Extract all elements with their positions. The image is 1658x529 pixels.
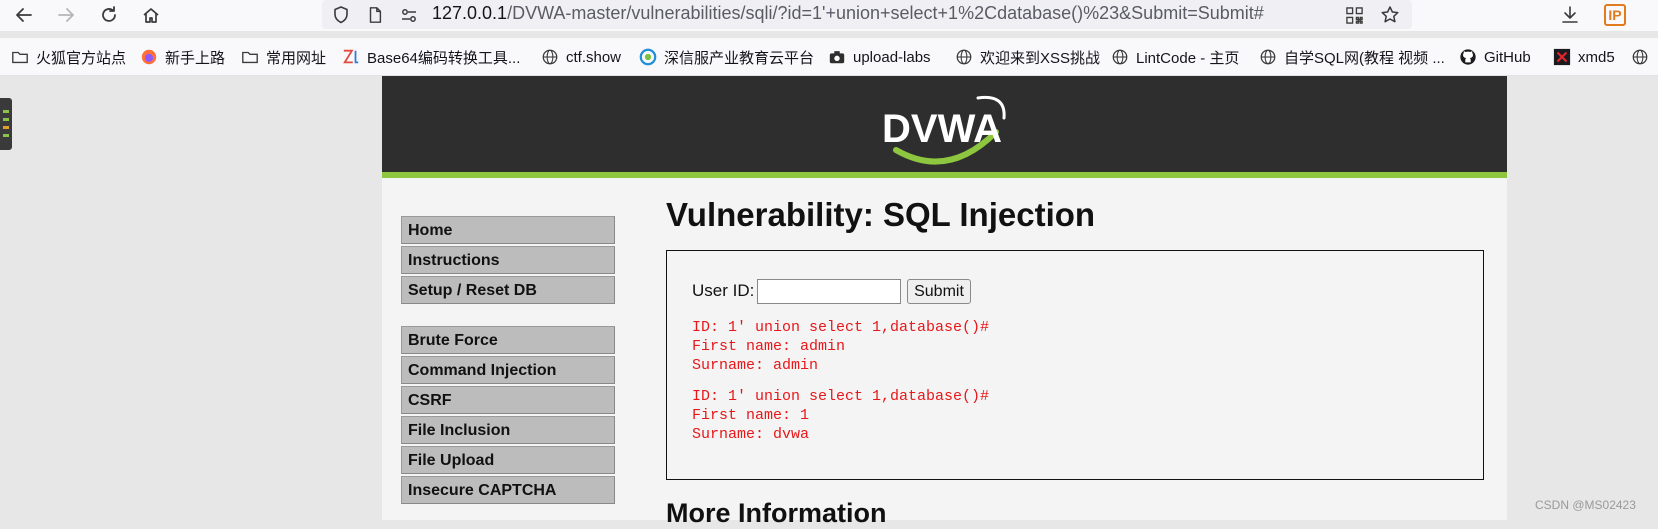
bookmark-label: 常用网址 xyxy=(266,49,327,67)
menu-item-insecure-captcha[interactable]: Insecure CAPTCHA xyxy=(401,476,615,504)
browser-toolbar: 127.0.0.1/DVWA-master/vulnerabilities/sq… xyxy=(0,0,1658,31)
dvwa-logo-text: DVWA xyxy=(882,107,1002,151)
back-icon[interactable] xyxy=(10,2,38,28)
bookmark-item[interactable]: 欢迎来到XSS挑战 xyxy=(954,46,1100,68)
dvwa-page: DVWA Home Instructions Setup / Reset DB … xyxy=(382,76,1507,528)
bookmarks-bar: 火狐官方站点 新手上路 常用网址 Base64编码转换工具... ctf.sho… xyxy=(0,38,1658,76)
permissions-icon[interactable] xyxy=(398,4,420,26)
bookmark-label: 自学SQL网(教程 视频 ... xyxy=(1284,49,1445,67)
more-information-heading: More Information xyxy=(666,498,887,528)
zl-icon xyxy=(341,47,361,67)
bookmark-label: ctf.show xyxy=(566,48,622,66)
github-icon xyxy=(1458,47,1478,67)
watermark: CSDN @MS02423 xyxy=(1535,498,1636,512)
xmd5-icon xyxy=(1552,47,1572,67)
menu-item-command-injection[interactable]: Command Injection xyxy=(401,356,615,384)
shield-icon[interactable] xyxy=(330,4,352,26)
qr-code-icon[interactable] xyxy=(1342,3,1366,27)
url-bar[interactable]: 127.0.0.1/DVWA-master/vulnerabilities/sq… xyxy=(322,0,1412,29)
globe-icon xyxy=(1630,47,1650,67)
bookmark-item[interactable] xyxy=(1630,46,1656,68)
ip-extension-icon[interactable]: IP xyxy=(1604,4,1626,26)
bookmark-item[interactable]: 自学SQL网(教程 视频 ... xyxy=(1258,46,1445,68)
result-surname: Surname: admin xyxy=(692,357,819,374)
vulnerability-box: User ID: Submit ID: 1' union select 1,da… xyxy=(666,250,1484,480)
globe-icon xyxy=(954,47,974,67)
globe-icon xyxy=(1258,47,1278,67)
bookmark-item[interactable]: ctf.show xyxy=(540,46,621,68)
bookmark-item[interactable]: xmd5 xyxy=(1552,46,1615,68)
result-id-line: ID: 1' union select 1,database()# xyxy=(692,319,990,336)
folder-icon xyxy=(10,47,30,67)
globe-icon xyxy=(1110,47,1130,67)
bookmark-item[interactable]: 新手上路 xyxy=(139,46,225,68)
result-first-name: First name: admin xyxy=(692,338,846,355)
camera-icon xyxy=(827,47,847,67)
bookmark-item[interactable]: 火狐官方站点 xyxy=(10,46,126,68)
bookmark-star-icon[interactable] xyxy=(1378,3,1402,27)
sangfor-icon xyxy=(638,47,658,67)
submit-button[interactable]: Submit xyxy=(907,279,971,304)
menu-item-instructions[interactable]: Instructions xyxy=(401,246,615,274)
url-text[interactable]: 127.0.0.1/DVWA-master/vulnerabilities/sq… xyxy=(432,3,1264,24)
globe-icon xyxy=(540,47,560,67)
bookmark-label: 深信服产业教育云平台 xyxy=(664,49,815,67)
menu-item-setup[interactable]: Setup / Reset DB xyxy=(401,276,615,304)
bookmark-label: LintCode - 主页 xyxy=(1136,49,1240,67)
bookmark-label: upload-labs xyxy=(853,48,931,66)
bookmark-item[interactable]: Base64编码转换工具... xyxy=(341,46,520,68)
result-block: ID: 1' union select 1,database()# First n… xyxy=(692,387,989,444)
menu-item-file-inclusion[interactable]: File Inclusion xyxy=(401,416,615,444)
bookmark-label: 新手上路 xyxy=(165,49,226,67)
menu-item-file-upload[interactable]: File Upload xyxy=(401,446,615,474)
menu-item-csrf[interactable]: CSRF xyxy=(401,386,615,414)
page-icon[interactable] xyxy=(364,4,386,26)
bookmark-item[interactable]: 深信服产业教育云平台 xyxy=(638,46,814,68)
dvwa-header: DVWA xyxy=(382,76,1507,178)
user-id-input[interactable] xyxy=(757,279,901,304)
dvwa-logo: DVWA xyxy=(882,95,1006,165)
url-path: /DVWA-master/vulnerabilities/sqli/?id=1'… xyxy=(507,3,1264,23)
firefox-icon xyxy=(139,47,159,67)
menu-item-home[interactable]: Home xyxy=(401,216,615,244)
home-icon[interactable] xyxy=(137,2,165,28)
bookmark-label: xmd5 xyxy=(1578,48,1615,66)
result-first-name: First name: 1 xyxy=(692,407,810,424)
forward-icon[interactable] xyxy=(52,2,80,28)
download-icon[interactable] xyxy=(1558,3,1582,27)
reload-icon[interactable] xyxy=(95,2,123,28)
url-host: 127.0.0.1 xyxy=(432,3,508,23)
bookmark-label: 欢迎来到XSS挑战 xyxy=(980,49,1101,67)
menu-item-brute-force[interactable]: Brute Force xyxy=(401,326,615,354)
bookmark-item[interactable]: GitHub xyxy=(1458,46,1531,68)
bookmark-label: Base64编码转换工具... xyxy=(367,49,521,67)
page-title: Vulnerability: SQL Injection xyxy=(666,196,1096,233)
result-block: ID: 1' union select 1,database()# First n… xyxy=(692,318,989,375)
side-widget-handle[interactable] xyxy=(0,98,12,150)
bookmark-item[interactable]: 常用网址 xyxy=(240,46,326,68)
user-id-label: User ID: xyxy=(692,281,755,300)
bookmark-label: GitHub xyxy=(1484,48,1531,66)
folder-icon xyxy=(240,47,260,67)
result-surname: Surname: dvwa xyxy=(692,426,810,443)
bookmark-item[interactable]: LintCode - 主页 xyxy=(1110,46,1239,68)
result-id-line: ID: 1' union select 1,database()# xyxy=(692,388,990,405)
bookmark-item[interactable]: upload-labs xyxy=(827,46,931,68)
bookmark-label: 火狐官方站点 xyxy=(36,49,127,67)
